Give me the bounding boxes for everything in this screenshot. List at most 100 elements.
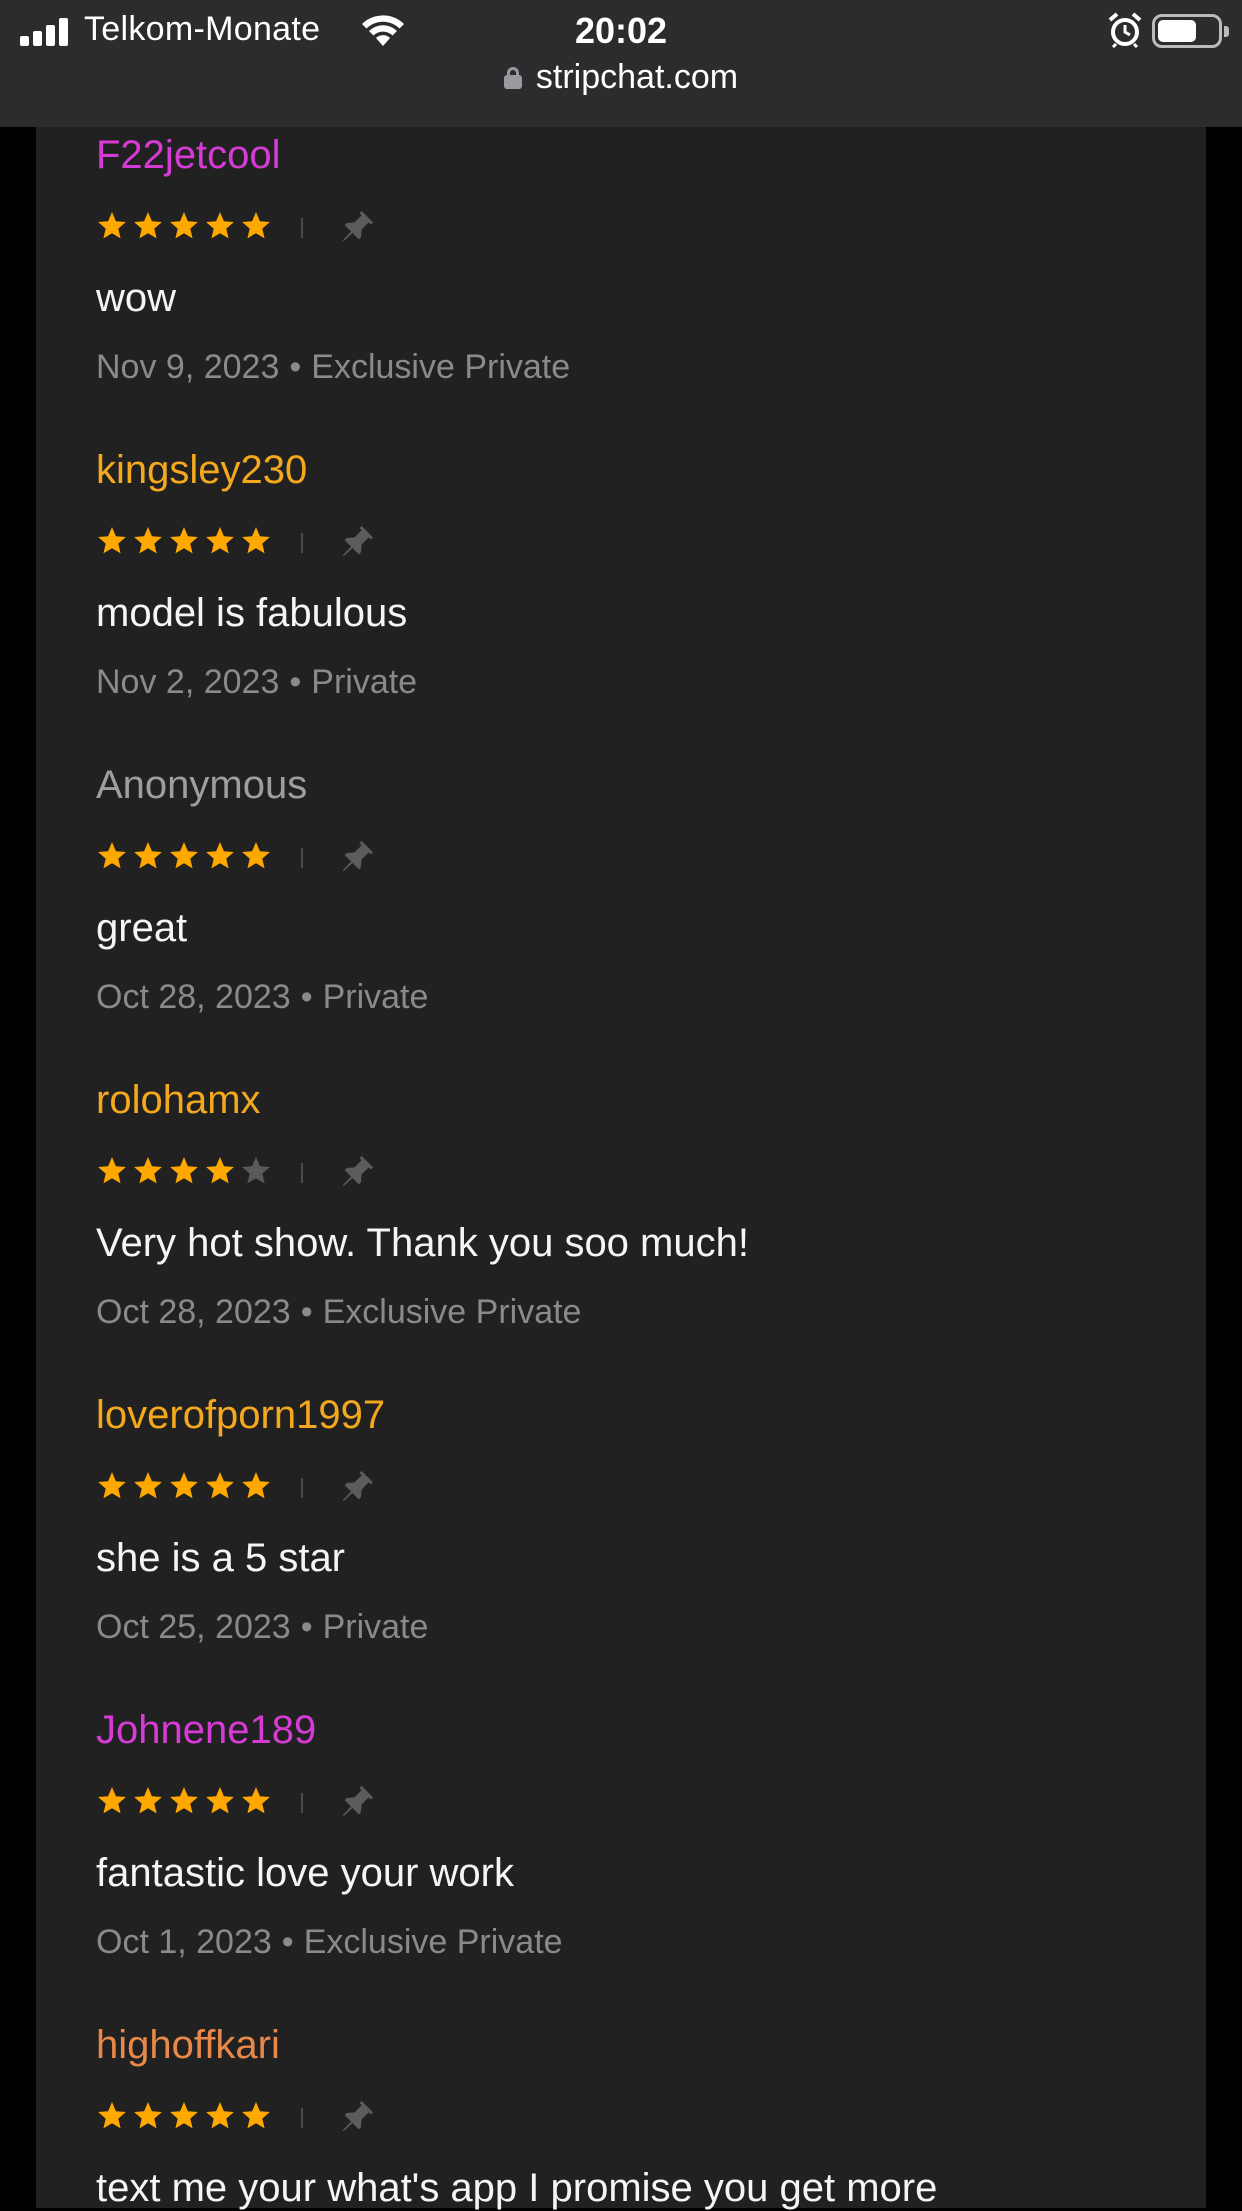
separator-dot: • [300, 978, 313, 1016]
rating-row [96, 840, 496, 876]
review-date-line: Oct 28, 2023 • Exclusive Private [96, 1293, 581, 1332]
battery-icon [1152, 14, 1229, 48]
review-username[interactable]: loverofporn1997 [96, 1392, 1176, 1438]
star-empty-icon [242, 1157, 270, 1184]
pin-icon[interactable] [334, 521, 378, 565]
review-date: Oct 1, 2023 [96, 1923, 272, 1961]
review-comment: she is a 5 star [96, 1536, 346, 1580]
pin-icon[interactable] [334, 2096, 378, 2140]
review-comment: model is fabulous [96, 591, 408, 635]
review-username[interactable]: F22jetcool [96, 132, 1176, 178]
address-bar[interactable]: stripchat.com [0, 58, 1242, 104]
url-text: stripchat.com [535, 58, 739, 96]
star-filled-icon [134, 2102, 162, 2129]
star-filled-icon [206, 1472, 234, 1499]
rating-divider [301, 2108, 303, 2128]
pin-icon[interactable] [334, 206, 378, 250]
star-filled-icon [170, 212, 198, 239]
lock-icon [503, 67, 522, 89]
star-filled-icon [170, 1157, 198, 1184]
separator-dot: • [300, 1293, 313, 1331]
review-date: Oct 28, 2023 [96, 978, 291, 1016]
review-username[interactable]: Johnene189 [96, 1707, 1176, 1753]
pin-icon[interactable] [334, 1151, 378, 1195]
star-filled-icon [98, 212, 126, 239]
star-filled-icon [206, 1787, 234, 1814]
separator-dot: • [289, 663, 302, 701]
star-filled-icon [98, 1472, 126, 1499]
browser-status-bar: Telkom-Monate 20:02 stripchat.com [0, 0, 1242, 127]
star-filled-icon [98, 2102, 126, 2129]
star-filled-icon [134, 1472, 162, 1499]
alarm-icon [1108, 12, 1142, 48]
review-show-type: Private [322, 978, 429, 1016]
review-comment: text me your what's app I promise you ge… [96, 2166, 938, 2210]
star-filled-icon [242, 212, 270, 239]
star-filled-icon [206, 842, 234, 869]
review-item: rolohamx Very hot show. Thank you soo muc… [96, 1077, 1176, 1331]
star-filled-icon [98, 1787, 126, 1814]
rating-divider [301, 218, 303, 238]
review-date: Nov 2, 2023 [96, 663, 280, 701]
review-date-line: Oct 1, 2023 • Exclusive Private [96, 1923, 563, 1962]
pin-icon[interactable] [334, 1466, 378, 1510]
review-date: Oct 25, 2023 [96, 1608, 291, 1646]
star-filled-icon [134, 842, 162, 869]
review-username[interactable]: kingsley230 [96, 447, 1176, 493]
review-show-type: Exclusive Private [303, 1923, 563, 1961]
rating-row [96, 210, 496, 246]
rating-divider [301, 1478, 303, 1498]
star-filled-icon [98, 842, 126, 869]
review-date-line: Nov 2, 2023 • Private [96, 663, 417, 702]
review-comment: fantastic love your work [96, 1851, 514, 1895]
review-date: Oct 28, 2023 [96, 1293, 291, 1331]
star-filled-icon [134, 1157, 162, 1184]
review-item: loverofporn1997 she is a 5 star Oct 25, 20… [96, 1392, 1176, 1646]
review-show-type: Private [322, 1608, 429, 1646]
review-date: Nov 9, 2023 [96, 348, 280, 386]
star-filled-icon [206, 2102, 234, 2129]
separator-dot: • [289, 348, 302, 386]
star-filled-icon [206, 527, 234, 554]
rating-row [96, 2100, 496, 2136]
separator-dot: • [300, 1608, 313, 1646]
review-date-line: Nov 9, 2023 • Exclusive Private [96, 348, 570, 387]
star-filled-icon [206, 1157, 234, 1184]
review-comment: Very hot show. Thank you soo much! [96, 1221, 749, 1265]
reviews-panel: F22jetcool wow Nov 9, 2023 • Exclusive Priva… [36, 127, 1206, 2210]
review-comment: wow [96, 276, 177, 320]
review-username[interactable]: Anonymous [96, 762, 1176, 808]
clock: 20:02 [574, 10, 668, 51]
review-username[interactable]: highoffkari [96, 2022, 1176, 2068]
review-item: Anonymous great Oct 28, 2023 • Private [96, 762, 1176, 1016]
review-show-type: Exclusive Private [311, 348, 571, 386]
star-filled-icon [242, 842, 270, 869]
star-filled-icon [206, 212, 234, 239]
review-item: F22jetcool wow Nov 9, 2023 • Exclusive Priva… [96, 132, 1176, 386]
star-filled-icon [242, 527, 270, 554]
star-filled-icon [134, 527, 162, 554]
review-item: kingsley230 model is fabulous Nov 2, 2023 •… [96, 447, 1176, 701]
review-date-line: Oct 25, 2023 • Private [96, 1608, 428, 1647]
star-filled-icon [170, 842, 198, 869]
pin-icon[interactable] [334, 1781, 378, 1825]
review-comment: great [96, 906, 188, 950]
review-username[interactable]: rolohamx [96, 1077, 1176, 1123]
star-filled-icon [170, 1472, 198, 1499]
star-filled-icon [170, 2102, 198, 2129]
separator-dot: • [281, 1923, 294, 1961]
rating-divider [301, 848, 303, 868]
star-filled-icon [134, 1787, 162, 1814]
star-filled-icon [98, 1157, 126, 1184]
rating-divider [301, 1163, 303, 1183]
star-filled-icon [134, 212, 162, 239]
pin-icon[interactable] [334, 836, 378, 880]
star-filled-icon [242, 1472, 270, 1499]
star-filled-icon [170, 527, 198, 554]
star-filled-icon [242, 1787, 270, 1814]
star-filled-icon [242, 2102, 270, 2129]
review-show-type: Exclusive Private [322, 1293, 582, 1331]
star-filled-icon [98, 527, 126, 554]
rating-row [96, 1785, 496, 1821]
rating-divider [301, 1793, 303, 1813]
